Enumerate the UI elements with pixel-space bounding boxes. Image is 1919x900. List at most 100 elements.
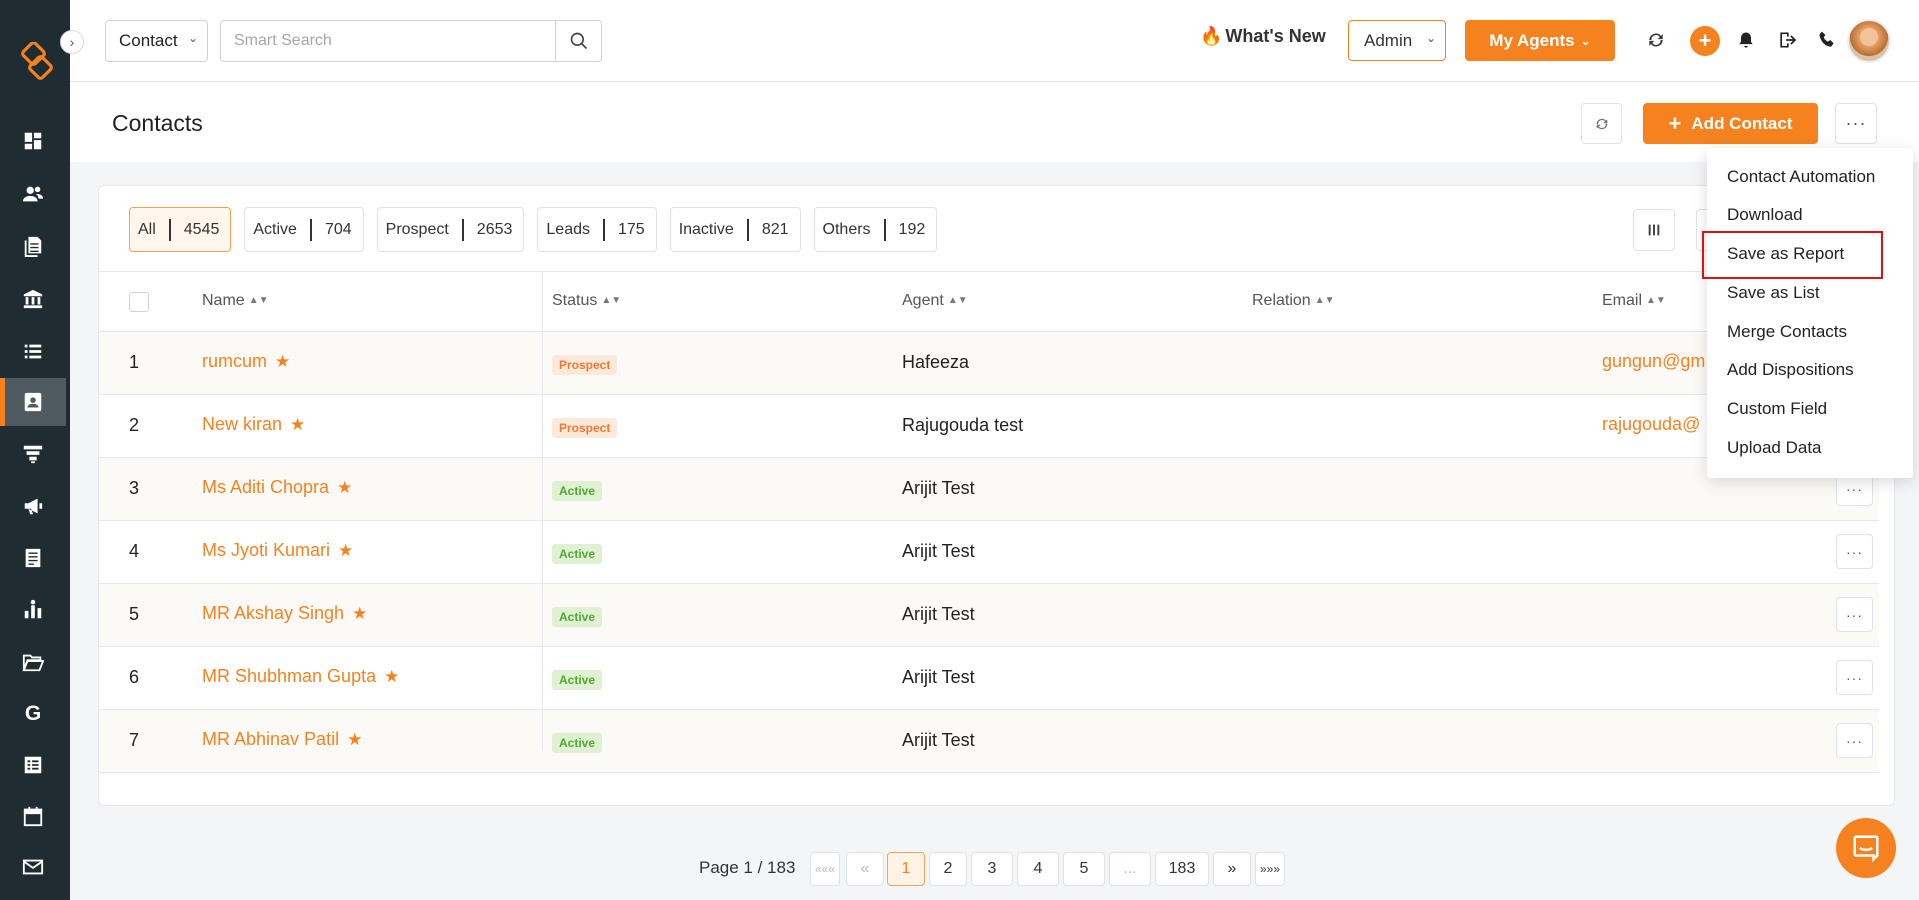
plus-icon: + xyxy=(1668,110,1682,136)
contact-name-link[interactable]: MR Akshay Singh ★ xyxy=(202,603,367,624)
prev-page-button[interactable]: « xyxy=(846,852,884,886)
refresh-contacts-button[interactable] xyxy=(1581,103,1622,144)
page-button-183[interactable]: 183 xyxy=(1155,852,1209,886)
menu-item-download[interactable]: Download xyxy=(1727,205,1803,225)
chat-widget-button[interactable] xyxy=(1836,818,1896,878)
sidebar-item-notes[interactable] xyxy=(0,534,66,582)
sidebar-item-calendar[interactable] xyxy=(0,792,66,840)
whats-new-link[interactable]: 🔥 What's New xyxy=(1200,26,1326,47)
contact-name-link[interactable]: Ms Aditi Chopra ★ xyxy=(202,477,352,498)
sidebar-item-dashboard[interactable] xyxy=(0,117,66,165)
column-header-status[interactable]: Status ▲▼ xyxy=(552,292,621,310)
module-select[interactable]: Contact ⌄ xyxy=(105,20,208,62)
contact-name: rumcum xyxy=(202,351,268,371)
sidebar-item-forms[interactable] xyxy=(0,741,66,789)
last-page-button[interactable]: »»» xyxy=(1255,852,1285,886)
row-actions-button[interactable]: ··· xyxy=(1836,534,1873,569)
filter-prospect[interactable]: Prospect 2653 xyxy=(376,207,525,252)
contact-name-link[interactable]: Ms Jyoti Kumari ★ xyxy=(202,540,353,561)
filter-all[interactable]: All 4545 xyxy=(129,207,232,252)
table-row[interactable]: 3 Ms Aditi Chopra ★ Active Arijit Test ··… xyxy=(99,458,1879,521)
add-contact-button[interactable]: + Add Contact xyxy=(1643,103,1818,144)
contact-name-link[interactable]: New kiran ★ xyxy=(202,414,305,435)
row-number: 5 xyxy=(129,604,140,624)
sidebar-item-documents[interactable] xyxy=(0,222,66,270)
menu-item-custom-field[interactable]: Custom Field xyxy=(1727,399,1827,419)
search-button[interactable] xyxy=(555,20,602,62)
menu-item-merge-contacts[interactable]: Merge Contacts xyxy=(1727,322,1847,342)
page-button-5[interactable]: 5 xyxy=(1063,852,1105,886)
row-actions-button[interactable]: ··· xyxy=(1836,597,1873,632)
sidebar-item-contacts[interactable] xyxy=(0,378,66,426)
page-button-2[interactable]: 2 xyxy=(929,852,967,886)
sync-button[interactable] xyxy=(1644,28,1668,52)
google-icon: G xyxy=(24,702,42,725)
contact-name-link[interactable]: rumcum ★ xyxy=(202,351,290,372)
column-header-agent[interactable]: Agent ▲▼ xyxy=(902,292,968,310)
select-all-checkbox[interactable] xyxy=(129,292,149,312)
list-icon xyxy=(24,344,42,359)
plus-icon: + xyxy=(1698,28,1712,53)
agent-name: Hafeeza xyxy=(902,352,970,372)
my-agents-button[interactable]: My Agents ⌄ xyxy=(1465,20,1615,61)
role-select[interactable]: Admin ⌄ xyxy=(1348,20,1446,61)
ellipsis-icon: ··· xyxy=(1846,480,1863,497)
column-header-email[interactable]: Email ▲▼ xyxy=(1602,292,1666,310)
table-row[interactable]: 5 MR Akshay Singh ★ Active Arijit Test ··… xyxy=(99,584,1879,647)
sidebar-item-bank[interactable] xyxy=(0,275,66,323)
row-actions-button[interactable]: ··· xyxy=(1836,723,1873,758)
email-link[interactable]: gungun@gm xyxy=(1602,351,1705,372)
sidebar-item-mail[interactable] xyxy=(0,843,66,891)
funnel-icon xyxy=(23,445,43,464)
column-header-relation[interactable]: Relation ▲▼ xyxy=(1252,292,1335,310)
column-header-name[interactable]: Name ▲▼ xyxy=(202,292,268,310)
table-row[interactable]: 2 New kiran ★ Prospect Rajugouda test raj… xyxy=(99,395,1879,458)
notifications-button[interactable] xyxy=(1734,28,1758,52)
contact-name-link[interactable]: MR Shubhman Gupta ★ xyxy=(202,666,399,687)
table-row[interactable]: 6 MR Shubhman Gupta ★ Active Arijit Test … xyxy=(99,647,1879,710)
page-button-3[interactable]: 3 xyxy=(971,852,1013,886)
sidebar-item-funnel[interactable] xyxy=(0,430,66,478)
page-button-4[interactable]: 4 xyxy=(1017,852,1059,886)
mail-icon xyxy=(22,859,44,875)
sidebar-item-folder[interactable] xyxy=(0,638,66,686)
column-settings-button[interactable] xyxy=(1633,209,1675,251)
menu-item-add-dispositions[interactable]: Add Dispositions xyxy=(1727,360,1854,380)
row-actions-button[interactable]: ··· xyxy=(1836,660,1873,695)
checkout-button[interactable] xyxy=(1775,28,1799,52)
quick-add-button[interactable]: + xyxy=(1690,26,1720,56)
filter-leads[interactable]: Leads 175 xyxy=(537,207,657,252)
page-label: 2 xyxy=(943,860,953,877)
sidebar-item-list[interactable] xyxy=(0,327,66,375)
dashboard-icon xyxy=(24,132,42,150)
phone-button[interactable] xyxy=(1815,28,1839,52)
menu-item-upload-data[interactable]: Upload Data xyxy=(1727,438,1822,458)
filter-others[interactable]: Others 192 xyxy=(813,207,938,252)
filter-inactive[interactable]: Inactive 821 xyxy=(669,207,801,252)
page-button-1[interactable]: 1 xyxy=(887,852,925,886)
filter-separator xyxy=(883,218,886,241)
next-page-button[interactable]: » xyxy=(1213,852,1251,886)
ellipsis-icon: ··· xyxy=(1846,732,1863,749)
my-agents-label: My Agents xyxy=(1489,30,1575,50)
menu-item-save-as-list[interactable]: Save as List xyxy=(1727,283,1820,303)
smart-search-input[interactable] xyxy=(220,20,556,62)
table-row[interactable]: 7 MR Abhinav Patil ★ Active Arijit Test ·… xyxy=(99,710,1879,773)
header-label: Email xyxy=(1602,292,1643,309)
contact-name-link[interactable]: MR Abhinav Patil ★ xyxy=(202,729,362,750)
agent-name: Arijit Test xyxy=(902,667,975,687)
sidebar-toggle-button[interactable]: › xyxy=(60,30,84,54)
more-options-button[interactable]: ··· xyxy=(1835,103,1877,144)
table-row[interactable]: 1 rumcum ★ Prospect Hafeeza gungun@gm xyxy=(99,332,1879,395)
sidebar-item-google[interactable]: G xyxy=(0,690,66,738)
sidebar-item-users[interactable] xyxy=(0,170,66,218)
sidebar-item-reports[interactable] xyxy=(0,586,66,634)
email-link[interactable]: rajugouda@ xyxy=(1602,414,1700,435)
filter-active[interactable]: Active 704 xyxy=(244,207,364,252)
menu-item-contact-automation[interactable]: Contact Automation xyxy=(1727,167,1875,187)
table-row[interactable]: 4 Ms Jyoti Kumari ★ Active Arijit Test ··… xyxy=(99,521,1879,584)
sidebar-item-campaigns[interactable] xyxy=(0,482,66,530)
sidebar: G xyxy=(0,0,70,900)
first-page-button[interactable]: ««« xyxy=(810,852,840,886)
user-avatar[interactable] xyxy=(1847,19,1891,63)
